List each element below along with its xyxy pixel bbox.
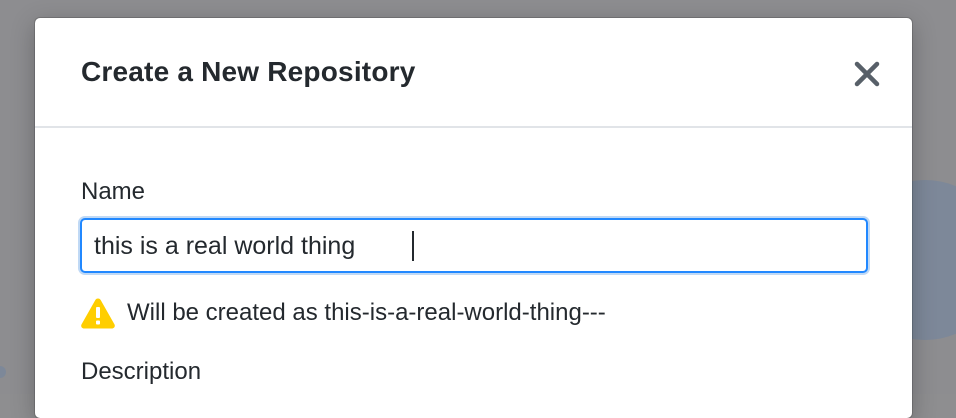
repository-name-value: this is a real world thing xyxy=(94,232,370,260)
warning-icon xyxy=(81,298,115,329)
description-label: Description xyxy=(81,358,202,385)
create-repository-dialog: Create a New Repository Name this is a r… xyxy=(35,18,912,418)
close-icon xyxy=(854,61,880,87)
repository-name-input[interactable]: this is a real world thing xyxy=(80,218,868,273)
dialog-header: Create a New Repository xyxy=(35,18,912,128)
background-decoration-dot xyxy=(0,366,6,378)
name-label: Name xyxy=(81,178,146,205)
close-button[interactable] xyxy=(849,56,885,92)
dialog-title: Create a New Repository xyxy=(81,56,416,87)
warning-text: Will be created as this-is-a-real-world-… xyxy=(127,299,606,326)
text-caret xyxy=(412,231,414,261)
name-warning: Will be created as this-is-a-real-world-… xyxy=(80,296,606,330)
